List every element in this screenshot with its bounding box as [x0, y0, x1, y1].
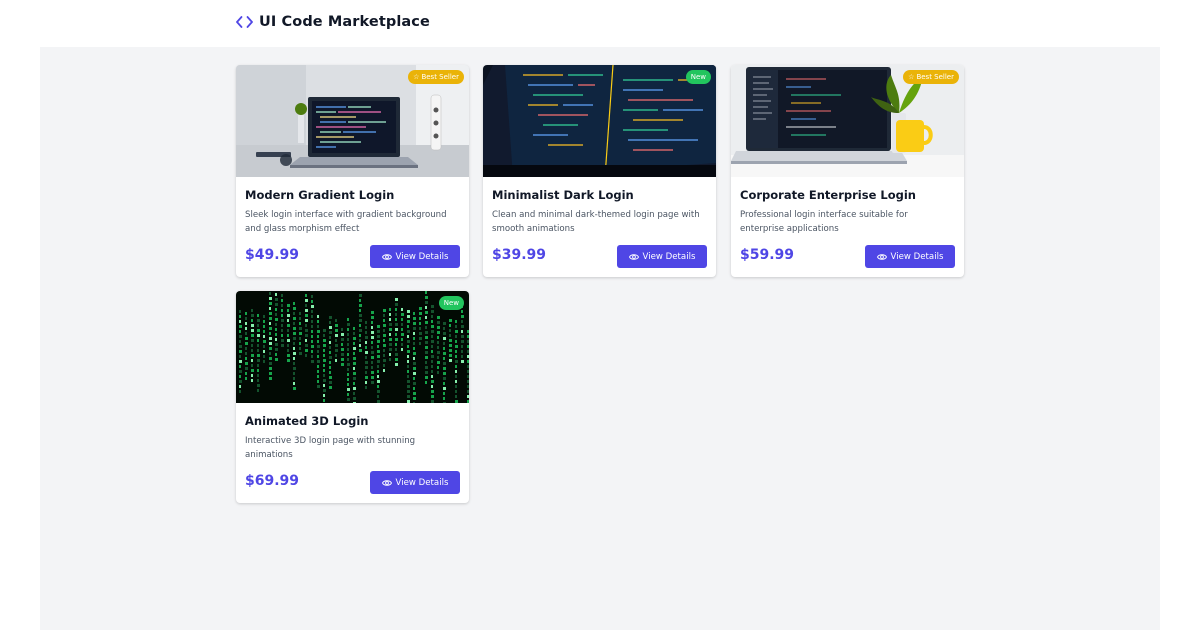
button-label: View Details	[395, 477, 449, 488]
product-description: Professional login interface suitable fo…	[740, 210, 908, 234]
product-price: $59.99	[740, 247, 795, 263]
star-icon: ☆	[908, 73, 915, 81]
eye-icon	[876, 252, 887, 262]
best-seller-badge: ☆ Best Seller	[408, 70, 464, 84]
product-title: Animated 3D Login	[245, 414, 369, 428]
code-icon	[236, 13, 253, 30]
eye-icon	[381, 252, 392, 262]
badge-label: Best Seller	[916, 73, 954, 81]
product-card[interactable]: ☆ Best Seller Modern Gradient Login Slee…	[236, 65, 469, 277]
best-seller-badge: ☆ Best Seller	[903, 70, 959, 84]
product-description: Interactive 3D login page with stunning …	[245, 436, 416, 460]
view-details-button[interactable]: View Details	[865, 245, 955, 268]
product-image-code-screen: New	[483, 65, 716, 177]
button-label: View Details	[642, 251, 696, 262]
product-image-matrix-code: New	[236, 291, 469, 403]
product-image-laptop-desk: ☆ Best Seller	[236, 65, 469, 177]
product-title: Corporate Enterprise Login	[740, 188, 916, 202]
top-header: UI Code Marketplace	[0, 0, 1200, 47]
product-card[interactable]: New Minimalist Dark Login Clean and mini…	[483, 65, 716, 277]
star-icon: ☆	[413, 73, 420, 81]
product-price: $49.99	[245, 247, 300, 263]
button-label: View Details	[890, 251, 944, 262]
view-details-button[interactable]: View Details	[370, 471, 460, 494]
badge-label: New	[443, 299, 459, 307]
eye-icon	[381, 478, 392, 488]
badge-label: Best Seller	[421, 73, 459, 81]
product-description: Sleek login interface with gradient back…	[245, 210, 447, 234]
product-card[interactable]: New Animated 3D Login Interactive 3D log…	[236, 291, 469, 503]
view-details-button[interactable]: View Details	[370, 245, 460, 268]
product-image-laptop-plant-mug: ☆ Best Seller	[731, 65, 964, 177]
product-title: Minimalist Dark Login	[492, 188, 634, 202]
brand[interactable]: UI Code Marketplace	[236, 13, 430, 30]
product-price: $69.99	[245, 473, 300, 489]
product-price: $39.99	[492, 247, 547, 263]
eye-icon	[628, 252, 639, 262]
product-card[interactable]: ☆ Best Seller Corporate Enterprise Login…	[731, 65, 964, 277]
new-badge: New	[438, 296, 464, 310]
product-title: Modern Gradient Login	[245, 188, 395, 202]
button-label: View Details	[395, 251, 449, 262]
badge-label: New	[690, 73, 706, 81]
page-title: UI Code Marketplace	[259, 13, 430, 30]
product-description: Clean and minimal dark-themed login page…	[492, 210, 700, 234]
new-badge: New	[685, 70, 711, 84]
view-details-button[interactable]: View Details	[617, 245, 707, 268]
